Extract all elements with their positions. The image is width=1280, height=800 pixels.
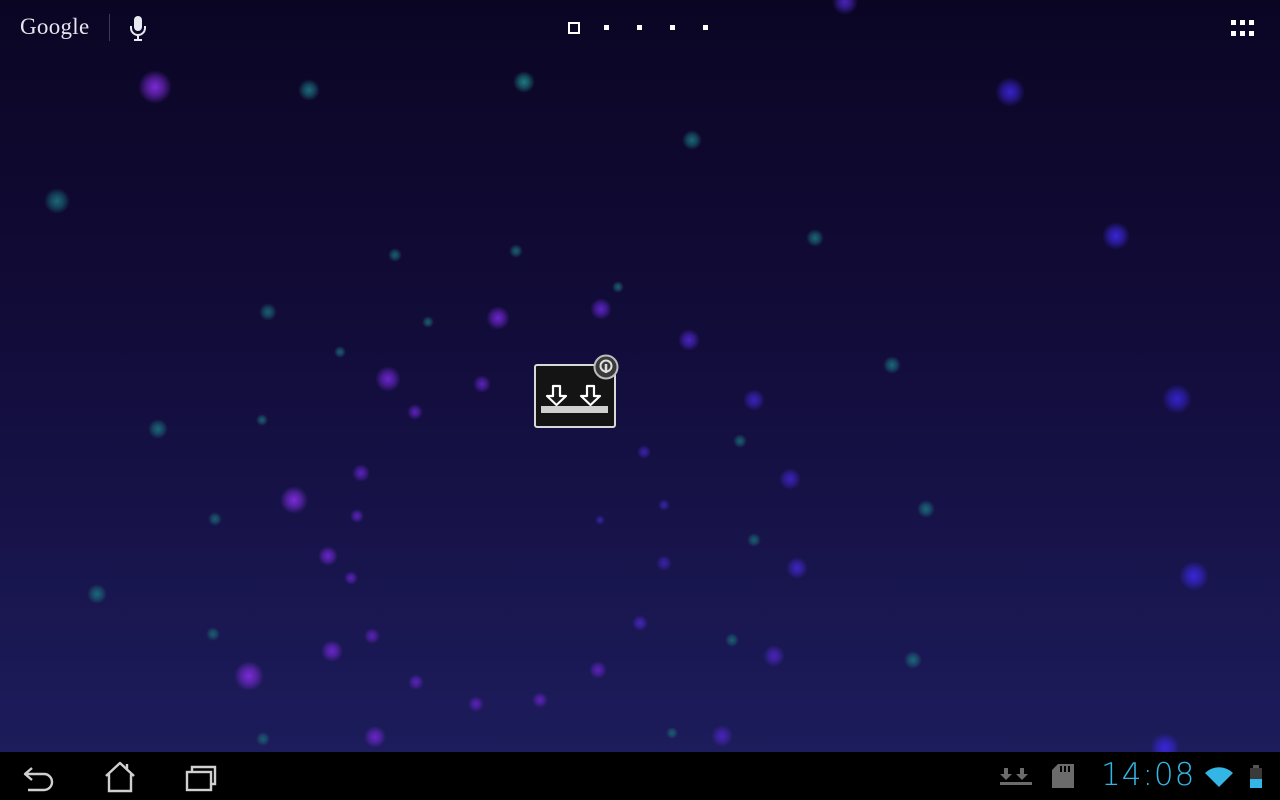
wallpaper-particle bbox=[44, 188, 70, 214]
wallpaper-particle bbox=[148, 419, 168, 439]
wallpaper-particle bbox=[87, 584, 107, 604]
google-logo[interactable]: Google bbox=[20, 14, 90, 40]
wallpaper-particle bbox=[666, 727, 678, 739]
wallpaper-particle bbox=[388, 248, 402, 262]
wallpaper-particle bbox=[208, 512, 222, 526]
home-button[interactable] bbox=[98, 758, 142, 794]
recent-apps-icon bbox=[185, 765, 217, 792]
wallpaper-particle bbox=[364, 628, 380, 644]
wallpaper-particle bbox=[1102, 222, 1130, 250]
wallpaper-particle bbox=[904, 651, 922, 669]
sd-card-icon bbox=[1052, 764, 1074, 788]
wallpaper-particle bbox=[259, 303, 277, 321]
wallpaper-particle bbox=[743, 389, 765, 411]
wallpaper-particle bbox=[350, 509, 364, 523]
recent-apps-button[interactable] bbox=[178, 758, 222, 794]
wallpaper-particle bbox=[364, 726, 386, 748]
wallpaper-particle bbox=[883, 356, 901, 374]
wallpaper-particle bbox=[779, 468, 801, 490]
back-arrow-icon bbox=[23, 767, 54, 792]
live-wallpaper bbox=[0, 0, 1280, 752]
wallpaper-particle bbox=[682, 130, 702, 150]
wallpaper-particle bbox=[1179, 561, 1209, 591]
wallpaper-particle bbox=[917, 500, 935, 518]
wallpaper-particle bbox=[590, 298, 612, 320]
wifi-icon bbox=[1205, 767, 1233, 787]
download-notification[interactable] bbox=[998, 764, 1034, 788]
wallpaper-particle bbox=[656, 555, 672, 571]
wallpaper-particle bbox=[468, 696, 484, 712]
voice-search-button[interactable] bbox=[124, 12, 152, 44]
wallpaper-particle bbox=[658, 499, 670, 511]
wallpaper-particle bbox=[407, 404, 423, 420]
back-button[interactable] bbox=[18, 758, 62, 794]
page-indicator-dot-current bbox=[568, 22, 580, 34]
wallpaper-particle bbox=[138, 70, 172, 104]
wallpaper-particle bbox=[589, 661, 607, 679]
sd-card-notification[interactable] bbox=[1050, 762, 1078, 790]
wallpaper-particle bbox=[321, 640, 343, 662]
page-indicator-dot bbox=[637, 25, 642, 30]
wallpaper-particle bbox=[612, 281, 624, 293]
wallpaper-particle bbox=[678, 329, 700, 351]
wallpaper-particle bbox=[513, 71, 535, 93]
all-apps-button[interactable] bbox=[1226, 14, 1262, 44]
wallpaper-particle bbox=[473, 375, 491, 393]
battery-status[interactable] bbox=[1246, 764, 1266, 790]
wallpaper-particle bbox=[256, 414, 268, 426]
wallpaper-particle bbox=[786, 557, 808, 579]
wallpaper-particle bbox=[763, 645, 785, 667]
wallpaper-particle bbox=[632, 615, 648, 631]
page-indicator-dot bbox=[604, 25, 609, 30]
wallpaper-particle bbox=[509, 244, 523, 258]
page-indicator bbox=[560, 18, 720, 38]
usb-debug-badge-icon bbox=[593, 354, 619, 380]
usb-debug-badge bbox=[593, 354, 619, 380]
search-bar: Google bbox=[0, 0, 1280, 56]
wallpaper-particle bbox=[733, 434, 747, 448]
wallpaper-particle bbox=[344, 571, 358, 585]
home-icon bbox=[105, 761, 135, 793]
wallpaper-particle bbox=[747, 533, 761, 547]
wallpaper-particle bbox=[1162, 384, 1192, 414]
grid-icon bbox=[1231, 20, 1254, 36]
wallpaper-particle bbox=[637, 445, 651, 459]
page-indicator-dot bbox=[670, 25, 675, 30]
wallpaper-particle bbox=[206, 627, 220, 641]
status-clock[interactable]: 14:08 bbox=[1101, 755, 1195, 795]
wallpaper-particle bbox=[1150, 733, 1180, 752]
wallpaper-particle bbox=[806, 229, 824, 247]
wallpaper-particle bbox=[298, 79, 320, 101]
system-bar bbox=[0, 752, 1280, 800]
microphone-icon bbox=[130, 16, 146, 41]
wallpaper-particle bbox=[408, 674, 424, 690]
page-indicator-dot bbox=[703, 25, 708, 30]
download-icon bbox=[1000, 768, 1032, 785]
wallpaper-particle bbox=[711, 725, 733, 747]
home-screen: Google 14:08 bbox=[0, 0, 1280, 800]
wallpaper-particle bbox=[334, 346, 346, 358]
battery-icon bbox=[1250, 765, 1262, 788]
wallpaper-particle bbox=[352, 464, 370, 482]
wallpaper-particle bbox=[234, 661, 264, 691]
wallpaper-particle bbox=[486, 306, 510, 330]
wallpaper-particle bbox=[256, 732, 270, 746]
search-divider bbox=[109, 14, 110, 41]
wallpaper-particle bbox=[375, 366, 401, 392]
wallpaper-particle bbox=[995, 77, 1025, 107]
wallpaper-particle bbox=[318, 546, 338, 566]
wallpaper-particle bbox=[532, 692, 548, 708]
wallpaper-particle bbox=[595, 515, 605, 525]
wallpaper-particle bbox=[280, 486, 308, 514]
wifi-status[interactable] bbox=[1204, 765, 1234, 789]
wallpaper-particle bbox=[725, 633, 739, 647]
wallpaper-particle bbox=[422, 316, 434, 328]
